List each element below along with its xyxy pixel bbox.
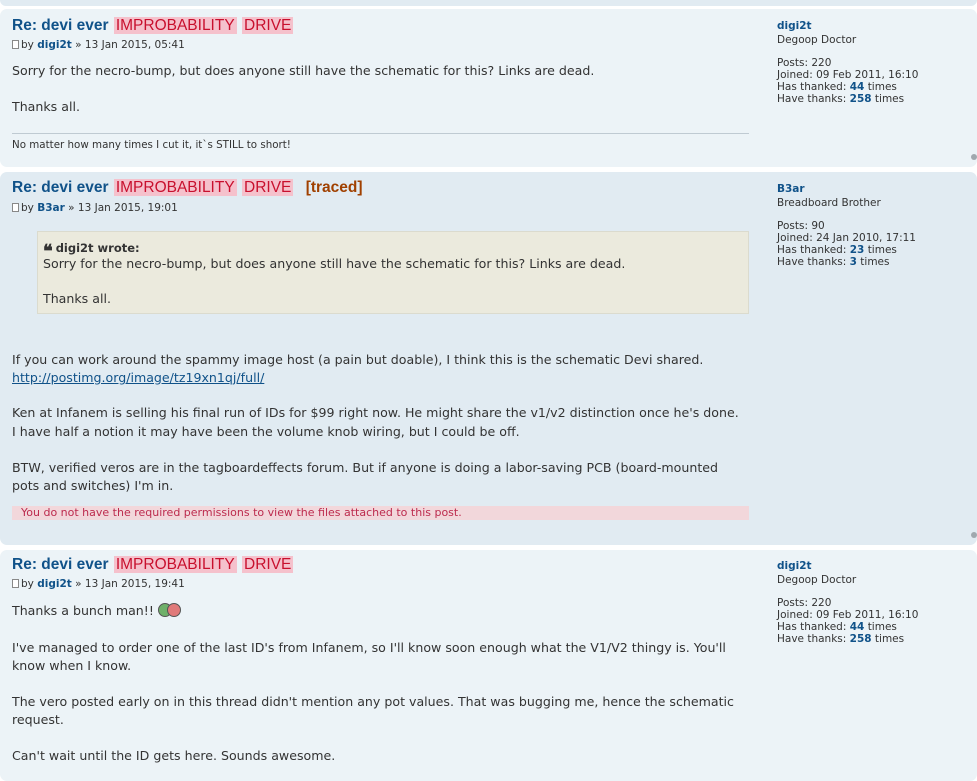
post-author-line: by digi2t » 13 Jan 2015, 05:41 (12, 39, 185, 51)
thanks-label: Have thanks: (777, 633, 847, 645)
profile-username[interactable]: digi2t (777, 560, 973, 572)
joined-date: 09 Feb 2011, 16:10 (816, 609, 919, 621)
profile-rank: Breadboard Brother (777, 197, 881, 209)
post-text-line: Can't wait until the ID gets here. Sound… (12, 748, 336, 763)
post-icon[interactable] (12, 203, 19, 212)
post-icon[interactable] (12, 40, 19, 49)
thanks-count[interactable]: 3 (850, 256, 857, 268)
title-prefix: Re: devi ever (12, 556, 109, 573)
post-date: » 13 Jan 2015, 19:01 (68, 202, 178, 214)
title-prefix: Re: devi ever (12, 17, 109, 34)
post-author-line: by B3ar » 13 Jan 2015, 19:01 (12, 202, 178, 214)
by-label: by (21, 202, 34, 214)
post-text-line: I have half a notion it may have been th… (12, 424, 520, 439)
post-text-line: Sorry for the necro-bump, but does anyon… (12, 63, 595, 78)
profile-stats: Posts: 220 Joined: 09 Feb 2011, 16:10 Ha… (777, 597, 973, 645)
posts-count: 90 (811, 220, 825, 232)
joined-label: Joined: (777, 69, 813, 81)
thanked-label: Has thanked: (777, 621, 847, 633)
post-1: Re: devi ever IMPROBABILITY DRIVE by dig… (0, 9, 977, 167)
profile-rank: Degoop Doctor (777, 34, 857, 46)
thanked-label: Has thanked: (777, 81, 847, 93)
post-profile: B3ar Breadboard Brother Posts: 90 Joined… (777, 183, 973, 268)
thanked-count[interactable]: 23 (850, 244, 865, 256)
profile-stats: Posts: 220 Joined: 09 Feb 2011, 16:10 Ha… (777, 57, 973, 105)
back-to-top-icon[interactable] (971, 154, 977, 160)
profile-username[interactable]: B3ar (777, 183, 973, 195)
joined-date: 09 Feb 2011, 16:10 (816, 69, 919, 81)
quote-block: ❝ digi2t wrote: Sorry for the necro-bump,… (37, 231, 749, 314)
post-text-line: Thanks all. (12, 99, 80, 114)
posts-label: Posts: (777, 57, 808, 69)
post-author-line: by digi2t » 13 Jan 2015, 19:41 (12, 578, 185, 590)
author-username[interactable]: B3ar (37, 202, 65, 214)
title-prefix: Re: devi ever (12, 179, 109, 196)
search-highlight: IMPROBABILITY (113, 179, 237, 196)
signature-divider (12, 133, 749, 134)
posts-label: Posts: (777, 597, 808, 609)
times-label: times (867, 621, 897, 633)
thanked-count[interactable]: 44 (850, 81, 865, 93)
post-date: » 13 Jan 2015, 05:41 (75, 39, 185, 51)
post-text-line: request. (12, 712, 64, 727)
post-2: Re: devi ever IMPROBABILITY DRIVE [trace… (0, 172, 977, 545)
joined-date: 24 Jan 2010, 17:11 (816, 232, 916, 244)
attachment-permission-notice: You do not have the required permissions… (12, 506, 749, 520)
thanks-count[interactable]: 258 (850, 93, 872, 105)
joined-label: Joined: (777, 609, 813, 621)
by-label: by (21, 578, 34, 590)
search-highlight: DRIVE (242, 179, 294, 196)
times-label: times (867, 81, 897, 93)
post-date: » 13 Jan 2015, 19:41 (75, 578, 185, 590)
thanks-label: Have thanks: (777, 93, 847, 105)
post-3: Re: devi ever IMPROBABILITY DRIVE by dig… (0, 550, 977, 781)
post-text-line: BTW, verified veros are in the tagboarde… (12, 460, 718, 475)
post-text-line: Thanks a bunch man!! (12, 602, 182, 620)
author-username[interactable]: digi2t (37, 39, 72, 51)
search-highlight: IMPROBABILITY (113, 556, 237, 573)
by-label: by (21, 39, 34, 51)
post-profile: digi2t Degoop Doctor Posts: 220 Joined: … (777, 560, 973, 645)
signature: No matter how many times I cut it, it`s … (12, 139, 291, 151)
times-label: times (867, 244, 897, 256)
post-text-line: Ken at Infanem is selling his final run … (12, 405, 739, 420)
author-username[interactable]: digi2t (37, 578, 72, 590)
search-highlight: DRIVE (242, 556, 294, 573)
smiley-icon (157, 603, 182, 617)
post-text-line: pots and switches) I'm in. (12, 478, 174, 493)
post-text-line: I've managed to order one of the last ID… (12, 640, 726, 655)
profile-rank: Degoop Doctor (777, 574, 857, 586)
times-label: times (874, 633, 905, 645)
post-profile: digi2t Degoop Doctor Posts: 220 Joined: … (777, 20, 973, 105)
post-title-link[interactable]: Re: devi ever IMPROBABILITY DRIVE (12, 17, 294, 35)
post-text: Thanks a bunch man!! (12, 603, 154, 618)
post-title-link[interactable]: Re: devi ever IMPROBABILITY DRIVE [trace… (12, 179, 363, 197)
posts-count: 220 (811, 597, 832, 609)
post-text-line: If you can work around the spammy image … (12, 352, 704, 367)
times-label: times (874, 93, 905, 105)
post-text-line: The vero posted early on in this thread … (12, 694, 734, 709)
post-icon[interactable] (12, 579, 19, 588)
quote-text-line: Thanks all. (43, 291, 111, 306)
schematic-link[interactable]: http://postimg.org/image/tz19xn1qj/full/ (12, 369, 264, 387)
search-highlight: DRIVE (242, 17, 294, 34)
thanked-count[interactable]: 44 (850, 621, 865, 633)
search-highlight: IMPROBABILITY (113, 17, 237, 34)
posts-label: Posts: (777, 220, 808, 232)
profile-stats: Posts: 90 Joined: 24 Jan 2010, 17:11 Has… (777, 220, 973, 268)
title-tag: [traced] (305, 179, 363, 196)
thanks-label: Have thanks: (777, 256, 847, 268)
joined-label: Joined: (777, 232, 813, 244)
times-label: times (860, 256, 890, 268)
thanked-label: Has thanked: (777, 244, 847, 256)
quote-text-line: Sorry for the necro-bump, but does anyon… (43, 256, 626, 271)
posts-count: 220 (811, 57, 832, 69)
previous-post-edge (0, 0, 977, 6)
thanks-count[interactable]: 258 (850, 633, 872, 645)
profile-username[interactable]: digi2t (777, 20, 973, 32)
post-title-link[interactable]: Re: devi ever IMPROBABILITY DRIVE (12, 556, 294, 574)
quote-author: digi2t wrote: (55, 241, 140, 255)
back-to-top-icon[interactable] (971, 532, 977, 538)
post-text-line: know when I know. (12, 658, 132, 673)
